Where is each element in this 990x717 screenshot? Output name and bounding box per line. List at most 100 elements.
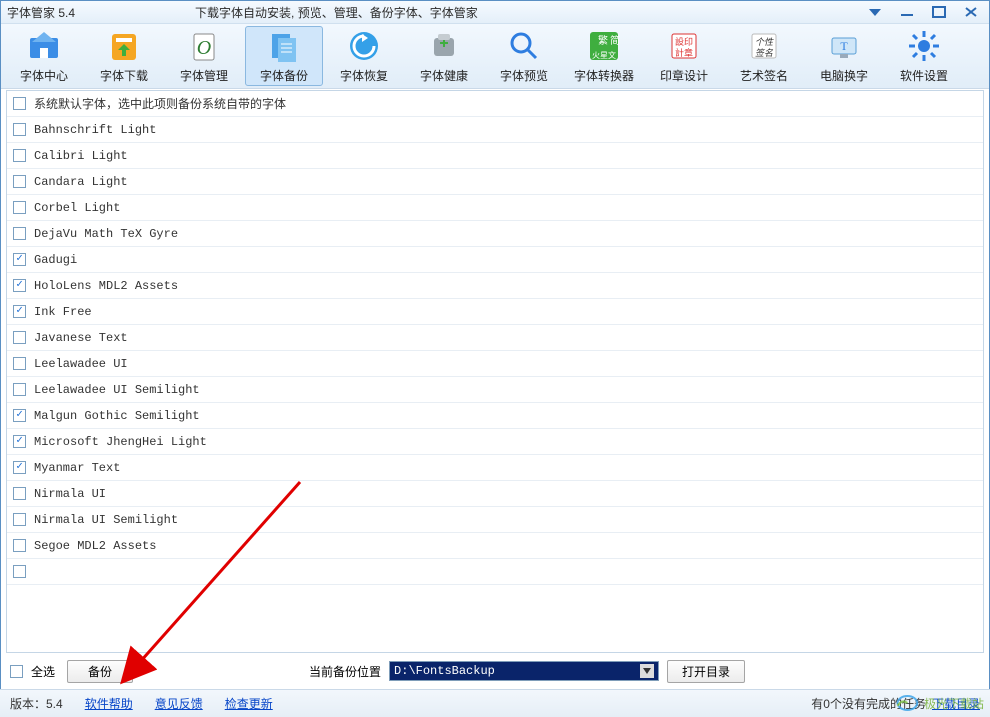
help-link[interactable]: 软件帮助 — [85, 695, 133, 712]
font-list-item[interactable]: Candara Light — [7, 169, 983, 195]
font-list-item[interactable]: Segoe MDL2 Assets — [7, 533, 983, 559]
font-list-item[interactable]: Myanmar Text — [7, 455, 983, 481]
feedback-link[interactable]: 意见反馈 — [155, 695, 203, 712]
font-label: Microsoft JhengHei Light — [34, 435, 207, 449]
toolbar-seal-button[interactable]: 設印計章印章设计 — [645, 26, 723, 86]
minimize-icon[interactable] — [895, 4, 919, 20]
font-checkbox[interactable] — [13, 513, 26, 526]
font-label: Malgun Gothic Semilight — [34, 409, 200, 423]
font-list-item[interactable]: Malgun Gothic Semilight — [7, 403, 983, 429]
font-label: Nirmala UI — [34, 487, 106, 501]
chevron-down-icon — [640, 664, 654, 678]
toolbar-restore-button[interactable]: 字体恢复 — [325, 26, 403, 86]
font-checkbox[interactable] — [13, 357, 26, 370]
font-list-item[interactable]: 系统默认字体，选中此项则备份系统自带的字体 — [7, 91, 983, 117]
font-list-item[interactable]: Nirmala UI Semilight — [7, 507, 983, 533]
toolbar-label: 软件设置 — [900, 67, 948, 84]
tasks-label: 有0个没有完成的任务 — [811, 695, 926, 712]
svg-text:简: 简 — [610, 34, 620, 47]
font-checkbox[interactable] — [13, 305, 26, 318]
font-list-item[interactable]: DejaVu Math TeX Gyre — [7, 221, 983, 247]
toolbar-center-button[interactable]: 字体中心 — [5, 26, 83, 86]
settings-icon — [906, 28, 942, 64]
svg-text:火星文: 火星文 — [592, 50, 616, 60]
update-link[interactable]: 检查更新 — [225, 695, 273, 712]
font-label: Segoe MDL2 Assets — [34, 539, 156, 553]
font-list-item[interactable]: Leelawadee UI — [7, 351, 983, 377]
font-label: DejaVu Math TeX Gyre — [34, 227, 178, 241]
font-list-item[interactable]: Leelawadee UI Semilight — [7, 377, 983, 403]
download-dir-link[interactable]: 下载目录 — [932, 695, 980, 712]
toolbar-swap-button[interactable]: T电脑换字 — [805, 26, 883, 86]
font-checkbox[interactable] — [13, 97, 26, 110]
font-checkbox[interactable] — [13, 539, 26, 552]
svg-text:T: T — [840, 39, 848, 53]
font-checkbox[interactable] — [13, 123, 26, 136]
toolbar-convert-button[interactable]: 繁简火星文字体转换器 — [565, 26, 643, 86]
font-checkbox[interactable] — [13, 201, 26, 214]
restore-icon — [346, 28, 382, 64]
font-checkbox[interactable] — [13, 409, 26, 422]
close-icon[interactable] — [959, 4, 983, 20]
font-list-item[interactable]: Ink Free — [7, 299, 983, 325]
font-list-item[interactable]: Microsoft JhengHei Light — [7, 429, 983, 455]
font-checkbox[interactable] — [13, 435, 26, 448]
font-list-item[interactable]: Gadugi — [7, 247, 983, 273]
font-checkbox[interactable] — [13, 461, 26, 474]
health-icon — [426, 28, 462, 64]
toolbar-label: 字体中心 — [20, 67, 68, 84]
font-label: HoloLens MDL2 Assets — [34, 279, 178, 293]
font-checkbox[interactable] — [13, 279, 26, 292]
font-checkbox[interactable] — [13, 487, 26, 500]
toolbar-settings-button[interactable]: 软件设置 — [885, 26, 963, 86]
backup-path-value: D:\FontsBackup — [394, 664, 495, 678]
toolbar-health-button[interactable]: 字体健康 — [405, 26, 483, 86]
font-label: Ink Free — [34, 305, 92, 319]
svg-text:設印: 設印 — [675, 36, 693, 47]
toolbar: 字体中心字体下载O字体管理字体备份字体恢复字体健康字体预览繁简火星文字体转换器設… — [1, 23, 989, 89]
font-checkbox[interactable] — [13, 253, 26, 266]
font-list-item[interactable]: Bahnschrift Light — [7, 117, 983, 143]
font-label: Myanmar Text — [34, 461, 120, 475]
toolbar-label: 字体恢复 — [340, 67, 388, 84]
backup-icon — [266, 28, 302, 64]
toolbar-label: 字体管理 — [180, 67, 228, 84]
backup-button[interactable]: 备份 — [67, 660, 133, 683]
font-checkbox[interactable] — [13, 565, 26, 578]
font-list-item[interactable]: Nirmala UI — [7, 481, 983, 507]
font-list-item[interactable]: Corbel Light — [7, 195, 983, 221]
toolbar-download-button[interactable]: 字体下载 — [85, 26, 163, 86]
toolbar-label: 字体备份 — [260, 67, 308, 84]
backup-path-dropdown[interactable]: D:\FontsBackup — [389, 661, 659, 681]
svg-text:計章: 計章 — [675, 47, 693, 58]
font-list[interactable]: 系统默认字体，选中此项则备份系统自带的字体Bahnschrift LightCa… — [6, 90, 984, 653]
toolbar-backup-button[interactable]: 字体备份 — [245, 26, 323, 86]
font-label: Leelawadee UI Semilight — [34, 383, 200, 397]
bottom-bar: 全选 备份 当前备份位置 D:\FontsBackup 打开目录 — [6, 656, 984, 686]
app-title: 字体管家 5.4 — [7, 4, 75, 21]
dropdown-icon[interactable] — [863, 4, 887, 20]
manage-icon: O — [186, 28, 222, 64]
select-all-checkbox[interactable] — [10, 665, 23, 678]
font-checkbox[interactable] — [13, 331, 26, 344]
toolbar-preview-button[interactable]: 字体预览 — [485, 26, 563, 86]
convert-icon: 繁简火星文 — [586, 28, 622, 64]
font-checkbox[interactable] — [13, 149, 26, 162]
download-icon — [106, 28, 142, 64]
toolbar-sign-button[interactable]: 个性签名艺术签名 — [725, 26, 803, 86]
toolbar-label: 艺术签名 — [740, 67, 788, 84]
maximize-icon[interactable] — [927, 4, 951, 20]
font-checkbox[interactable] — [13, 383, 26, 396]
font-list-item[interactable]: Javanese Text — [7, 325, 983, 351]
font-list-item[interactable] — [7, 559, 983, 585]
svg-text:O: O — [197, 37, 211, 59]
font-checkbox[interactable] — [13, 175, 26, 188]
toolbar-manage-button[interactable]: O 字体管理 — [165, 26, 243, 86]
open-dir-button[interactable]: 打开目录 — [667, 660, 745, 683]
font-list-item[interactable]: HoloLens MDL2 Assets — [7, 273, 983, 299]
svg-text:签名: 签名 — [755, 48, 774, 58]
font-list-item[interactable]: Calibri Light — [7, 143, 983, 169]
font-checkbox[interactable] — [13, 227, 26, 240]
preview-icon — [506, 28, 542, 64]
font-label: Javanese Text — [34, 331, 128, 345]
